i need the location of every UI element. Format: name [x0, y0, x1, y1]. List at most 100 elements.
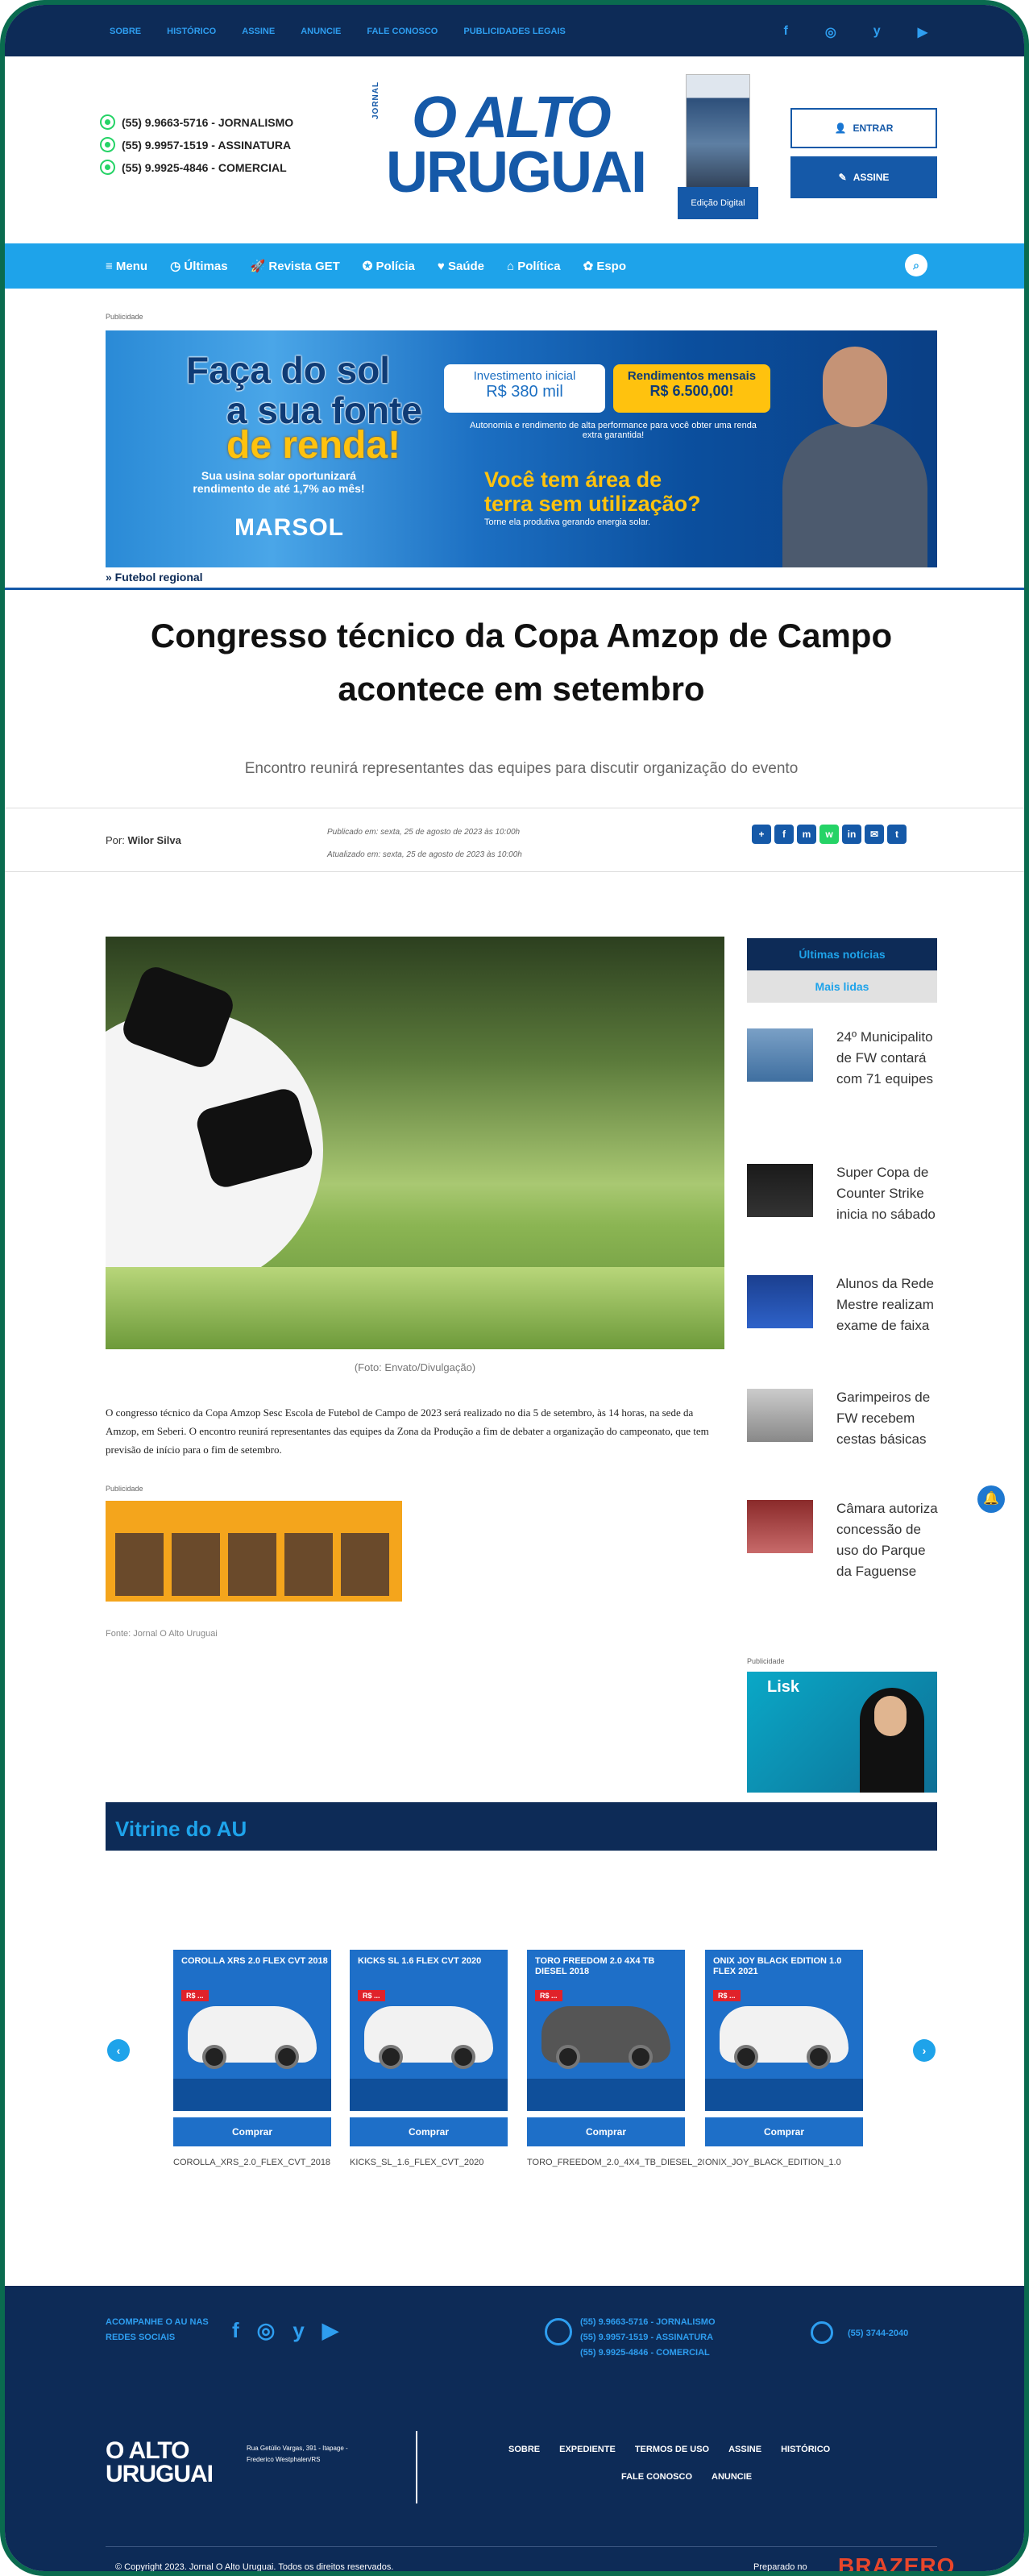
- news-title: Alunos da Rede Mestre realizam exame de …: [836, 1276, 934, 1333]
- car-wheel: [629, 2045, 653, 2069]
- price-tag: R$ ...: [535, 1990, 562, 2001]
- site-footer: ACOMPANHE O AU NAS REDES SOCIAIS f ◎ y ▶…: [5, 2286, 1024, 2571]
- instagram-icon[interactable]: ◎: [257, 2318, 276, 2343]
- site-logo[interactable]: JORNAL O ALTO URUGUAI: [371, 81, 647, 216]
- sidebar-news-item[interactable]: Garimpeiros de FW recebem cestas básicas: [747, 1389, 937, 1485]
- footer-link-termos[interactable]: TERMOS DE USO: [635, 2445, 709, 2454]
- sidebar-news-item[interactable]: Câmara autoriza concessão de uso do Parq…: [747, 1500, 938, 1597]
- car-name[interactable]: ONIX_JOY_BLACK_EDITION_1.0: [705, 2158, 863, 2167]
- login-button[interactable]: 👤 ENTRAR: [790, 108, 937, 148]
- car-image[interactable]: COROLLA XRS 2.0 FLEX CVT 2018 R$ ...: [173, 1950, 331, 2111]
- share-whatsapp-icon[interactable]: w: [819, 825, 839, 844]
- powered-by-logo[interactable]: BRAZERO: [838, 2553, 955, 2571]
- footer-link-expediente[interactable]: EXPEDIENTE: [559, 2445, 616, 2454]
- footer-divider: [416, 2431, 417, 2503]
- top-link-fale-conosco[interactable]: FALE CONOSCO: [367, 27, 438, 36]
- car-name[interactable]: TORO_FREEDOM_2.0_4X4_TB_DIESEL_2018: [527, 2158, 704, 2167]
- top-link-sobre[interactable]: SOBRE: [110, 27, 141, 36]
- banner-title3: de renda!: [226, 424, 401, 467]
- heart-icon: ♥: [437, 259, 448, 273]
- banner-big2: terra sem utilização?: [484, 492, 701, 516]
- car-image[interactable]: ONIX JOY BLACK EDITION 1.0 FLEX 2021 R$ .…: [705, 1950, 863, 2111]
- sidebar-news-item[interactable]: Alunos da Rede Mestre realizam exame de …: [747, 1275, 937, 1372]
- footer-link-sobre[interactable]: SOBRE: [508, 2445, 540, 2454]
- nav-politica[interactable]: ⌂ Política: [507, 260, 561, 273]
- subscribe-button[interactable]: ✎ ASSINE: [790, 156, 937, 198]
- tab-latest-news[interactable]: Últimas notícias: [747, 938, 937, 970]
- login-label: ENTRAR: [853, 123, 894, 134]
- ad-banner[interactable]: Faça do sol a sua fonte de renda! Sua us…: [106, 330, 937, 567]
- inline-ad[interactable]: [106, 1501, 402, 1602]
- car-name[interactable]: COROLLA_XRS_2.0_FLEX_CVT_2018: [173, 2158, 351, 2167]
- vitrine-header: Vitrine do AU: [106, 1802, 937, 1851]
- nav-policia[interactable]: ✪ Polícia: [363, 259, 415, 273]
- top-link-assine[interactable]: ASSINE: [242, 27, 275, 36]
- digital-edition[interactable]: Edição Digital: [678, 74, 758, 227]
- phone-text: (55) 9.9957-1519 - ASSINATURA: [122, 138, 292, 152]
- phone-assinatura[interactable]: (55) 9.9957-1519 - ASSINATURA: [100, 137, 291, 152]
- car-footer: [350, 2079, 508, 2111]
- buy-button[interactable]: Comprar: [527, 2117, 685, 2146]
- nav-ultimas[interactable]: ◷ Últimas: [170, 259, 227, 273]
- vitrine-card: KICKS SL 1.6 FLEX CVT 2020 R$ ... Comprar…: [350, 1950, 508, 2167]
- carousel-next-arrow[interactable]: ›: [913, 2039, 936, 2062]
- top-link-anuncie[interactable]: ANUNCIE: [301, 27, 341, 36]
- notification-bell-icon[interactable]: 🔔: [977, 1485, 1005, 1513]
- share-linkedin-icon[interactable]: in: [842, 825, 861, 844]
- car-wheel: [451, 2045, 475, 2069]
- share-twitter-icon[interactable]: t: [887, 825, 907, 844]
- share-facebook-icon[interactable]: f: [774, 825, 794, 844]
- footer-link-anuncie[interactable]: ANUNCIE: [712, 2472, 752, 2482]
- buy-button[interactable]: Comprar: [350, 2117, 508, 2146]
- top-link-historico[interactable]: HISTÓRICO: [167, 27, 216, 36]
- share-messenger-icon[interactable]: m: [797, 825, 816, 844]
- sidebar-tabs: Últimas notícias Mais lidas: [747, 938, 937, 1003]
- facebook-icon[interactable]: f: [232, 2318, 239, 2343]
- carousel-prev-arrow[interactable]: ‹: [107, 2039, 130, 2062]
- nav-revista[interactable]: 🚀 Revista GET: [251, 259, 340, 273]
- phone-jornalismo[interactable]: (55) 9.9663-5716 - JORNALISMO: [100, 114, 293, 130]
- nav-menu[interactable]: ≡ Menu: [106, 260, 147, 273]
- car-head: TORO FREEDOM 2.0 4X4 TB DIESEL 2018: [535, 1956, 655, 1976]
- digital-edition-button[interactable]: Edição Digital: [678, 187, 758, 219]
- phone-comercial[interactable]: (55) 9.9925-4846 - COMERCIAL: [100, 160, 287, 175]
- footer-link-historico[interactable]: HISTÓRICO: [781, 2445, 830, 2454]
- share-email-icon[interactable]: ✉: [865, 825, 884, 844]
- facebook-icon[interactable]: f: [783, 24, 787, 40]
- car-image[interactable]: TORO FREEDOM 2.0 4X4 TB DIESEL 2018 R$ ..…: [527, 1950, 685, 2111]
- youtube-icon[interactable]: ▶: [918, 24, 927, 40]
- sidebar-news-item[interactable]: Super Copa de Counter Strike inicia no s…: [747, 1164, 937, 1261]
- nav-saude[interactable]: ♥ Saúde: [438, 260, 484, 273]
- nav-menu-label: Menu: [115, 259, 148, 273]
- top-link-publicidades[interactable]: PUBLICIDADES LEGAIS: [463, 27, 566, 36]
- vitrine-card: ONIX JOY BLACK EDITION 1.0 FLEX 2021 R$ .…: [705, 1950, 863, 2167]
- share-plus-icon[interactable]: +: [752, 825, 771, 844]
- buy-button[interactable]: Comprar: [173, 2117, 331, 2146]
- footer-phones[interactable]: (55) 9.9663-5716 - JORNALISMO (55) 9.995…: [580, 2315, 716, 2361]
- car-image[interactable]: KICKS SL 1.6 FLEX CVT 2020 R$ ...: [350, 1950, 508, 2111]
- twitter-icon[interactable]: y: [293, 2318, 304, 2343]
- twitter-icon[interactable]: y: [873, 24, 881, 40]
- footer-landline[interactable]: (55) 3744-2040: [848, 2329, 908, 2338]
- instagram-icon[interactable]: ◎: [825, 24, 836, 40]
- buy-button[interactable]: Comprar: [705, 2117, 863, 2146]
- car-footer: [705, 2079, 863, 2111]
- author-name[interactable]: Wilor Silva: [127, 834, 180, 846]
- divider: [5, 588, 1024, 590]
- car-name[interactable]: KICKS_SL_1.6_FLEX_CVT_2020: [350, 2158, 527, 2167]
- trophy-icon: ✿: [583, 260, 597, 273]
- nav-esporte[interactable]: ✿ Espo: [583, 259, 626, 273]
- tab-most-read[interactable]: Mais lidas: [747, 970, 937, 1003]
- nav-label: Últimas: [184, 260, 228, 273]
- footer-logo[interactable]: O ALTO URUGUAI: [106, 2439, 214, 2487]
- youtube-icon[interactable]: ▶: [322, 2318, 338, 2343]
- banner-small-text: Autonomia e rendimento de alta performan…: [470, 421, 757, 440]
- breadcrumb[interactable]: » Futebol regional: [106, 571, 203, 584]
- news-title: 24º Municipalito de FW contará com 71 eq…: [836, 1029, 934, 1086]
- invest-value: R$ 380 mil: [486, 383, 563, 401]
- sidebar-ad[interactable]: Lisk: [747, 1672, 937, 1793]
- footer-link-assine[interactable]: ASSINE: [728, 2445, 761, 2454]
- search-icon[interactable]: ⌕: [905, 254, 927, 276]
- footer-link-fale-conosco[interactable]: FALE CONOSCO: [621, 2472, 692, 2482]
- sidebar-news-item[interactable]: 24º Municipalito de FW contará com 71 eq…: [747, 1028, 937, 1125]
